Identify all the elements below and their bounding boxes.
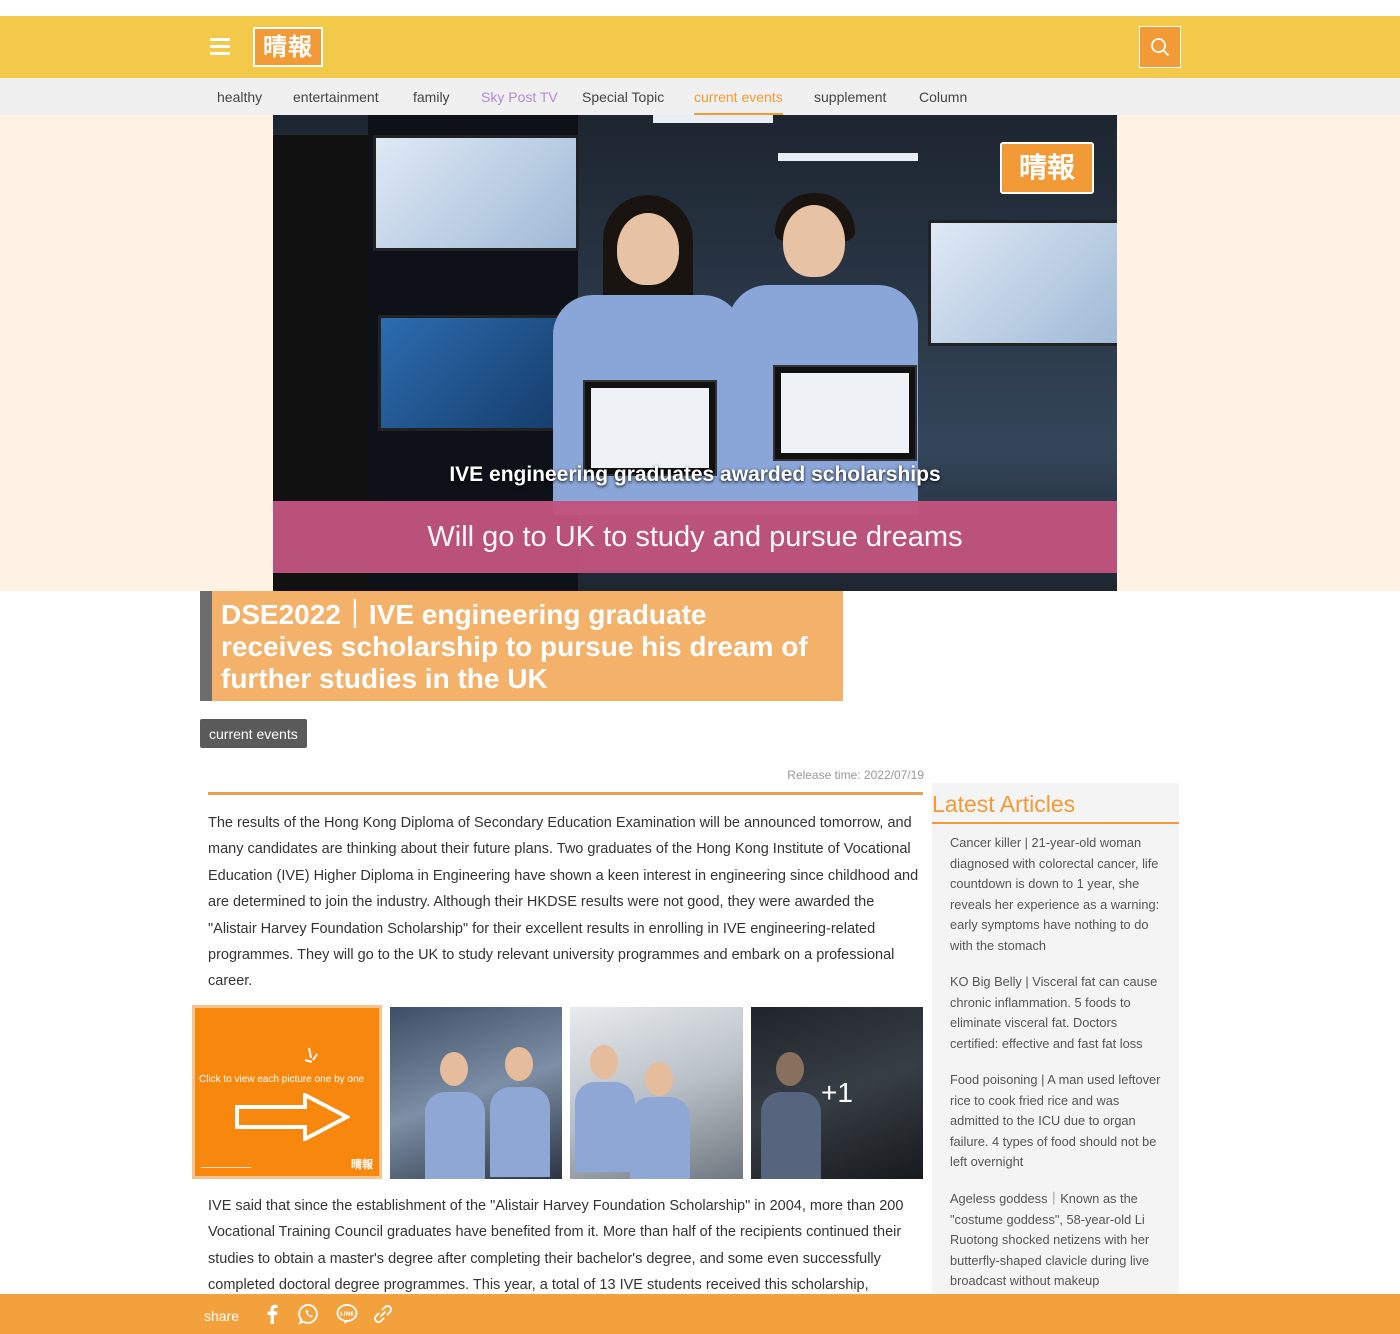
share-label: share — [204, 1308, 240, 1324]
article-paragraph-1: The results of the Hong Kong Diploma of … — [208, 815, 919, 990]
nav-item-current-events[interactable]: current events — [694, 78, 783, 115]
article-paragraph-2: IVE said that since the establishment of… — [208, 1198, 904, 1294]
gallery-hint-tile[interactable]: Click to view each picture one by one 晴報 — [192, 1005, 382, 1179]
content-divider — [208, 792, 923, 795]
hero-logo: 晴報 — [1000, 142, 1094, 194]
latest-article-item[interactable]: Food poisoning | A man used leftover ric… — [950, 1070, 1165, 1173]
nav-item-entertainment[interactable]: entertainment — [293, 78, 379, 115]
nav-item-family[interactable]: family — [413, 78, 450, 115]
search-icon — [1151, 38, 1170, 57]
hero-image: 晴報 IVE engineering graduates awarded sch… — [273, 115, 1117, 591]
nav-item-sky-post-tv[interactable]: Sky Post TV — [481, 78, 558, 115]
nav-item-healthy[interactable]: healthy — [217, 78, 262, 115]
hero-caption-band: Will go to UK to study and pursue dreams — [273, 501, 1117, 573]
category-nav: healthy entertainment family Sky Post TV… — [0, 78, 1400, 115]
whatsapp-icon[interactable] — [298, 1303, 320, 1325]
gallery-photo-1[interactable] — [390, 1007, 562, 1179]
latest-article-item[interactable]: KO Big Belly | Visceral fat can cause ch… — [950, 972, 1165, 1054]
header-bar: 晴報 — [0, 16, 1400, 78]
link-icon[interactable] — [372, 1303, 394, 1325]
hero-caption-top: IVE engineering graduates awarded schola… — [449, 463, 941, 486]
site-logo[interactable]: 晴報 — [253, 27, 323, 67]
search-button[interactable] — [1139, 26, 1181, 68]
arrow-right-icon — [235, 1093, 350, 1141]
share-bar: share LINE — [0, 1294, 1400, 1334]
gallery-divider-line — [201, 1167, 251, 1168]
hero-caption-band-text: Will go to UK to study and pursue dreams — [427, 521, 963, 553]
nav-item-supplement[interactable]: supplement — [814, 78, 886, 115]
ceiling-light — [778, 153, 918, 161]
latest-article-item[interactable]: Ageless goddess｜Known as the "costume go… — [950, 1189, 1165, 1292]
nav-item-special-topic[interactable]: Special Topic — [582, 78, 664, 115]
category-tag[interactable]: current events — [200, 719, 307, 748]
hamburger-menu-icon[interactable] — [210, 38, 230, 56]
latest-articles-sidebar: Latest Articles Cancer killer | 21-year-… — [932, 783, 1179, 1303]
latest-article-item[interactable]: Cancer killer | 21-year-old woman diagno… — [950, 833, 1165, 957]
release-time: Release time: 2022/07/19 — [787, 768, 924, 782]
monitor-screen — [373, 135, 579, 251]
monitor-screen — [928, 220, 1117, 346]
gallery-more-count[interactable]: +1 — [751, 1007, 923, 1179]
nav-item-column[interactable]: Column — [919, 78, 967, 115]
line-icon[interactable]: LINE — [336, 1303, 358, 1325]
svg-text:LINE: LINE — [340, 1312, 354, 1318]
gallery-photo-2[interactable] — [570, 1007, 743, 1179]
gallery-logo: 晴報 — [351, 1159, 373, 1171]
sidebar-title: Latest Articles — [932, 791, 1179, 824]
facebook-icon[interactable] — [262, 1303, 284, 1325]
ceiling-light — [653, 115, 773, 123]
gallery-hint: Click to view each picture one by one — [199, 1074, 365, 1085]
article-title-box: DSE2022｜IVE engineering graduate receive… — [200, 591, 843, 701]
article-title: DSE2022｜IVE engineering graduate receive… — [221, 599, 808, 694]
sparkle-icon — [304, 1047, 318, 1063]
